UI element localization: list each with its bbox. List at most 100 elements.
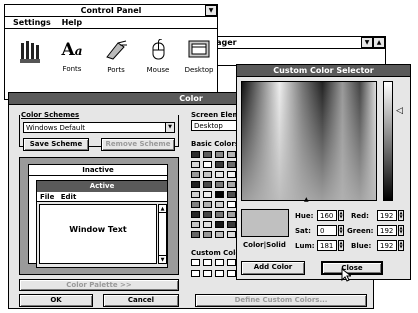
menu-help[interactable]: Help	[62, 18, 83, 27]
minimize-icon[interactable]: ▼	[361, 37, 373, 48]
basic-color-swatch[interactable]	[191, 211, 200, 218]
basic-color-swatch[interactable]	[215, 201, 224, 208]
custom-color-slot[interactable]	[215, 270, 224, 277]
remove-scheme-button[interactable]: Remove Scheme	[101, 138, 175, 151]
basic-color-swatch[interactable]	[203, 181, 212, 188]
active-preview-menubar: File Edit	[37, 192, 167, 202]
screen-element-label: Screen Elem	[191, 111, 240, 119]
basic-color-swatch[interactable]	[203, 161, 212, 168]
color-spectrum[interactable]: ▲	[241, 81, 377, 203]
basic-color-swatch[interactable]	[227, 211, 236, 218]
cancel-button[interactable]: Cancel	[103, 294, 179, 307]
basic-color-swatch[interactable]	[215, 161, 224, 168]
color-preview-area[interactable]: Inactive Active File Edit Window Text ▲ …	[19, 157, 179, 275]
basic-color-swatch[interactable]	[191, 191, 200, 198]
basic-colors-label: Basic Colors	[191, 140, 239, 148]
basic-color-swatch[interactable]	[227, 151, 236, 158]
blue-label: Blue:	[351, 242, 372, 250]
blue-value: 192	[380, 242, 394, 250]
add-color-label: Add Color	[253, 263, 293, 271]
sat-input[interactable]: 0	[317, 225, 337, 236]
custom-colors-label: Custom Colo	[191, 249, 241, 257]
basic-color-swatch[interactable]	[191, 221, 200, 228]
basic-color-swatch[interactable]	[203, 171, 212, 178]
custom-color-slot[interactable]	[215, 259, 224, 266]
custom-color-slot[interactable]	[191, 270, 200, 277]
background-window-titlebar[interactable]: anager	[201, 37, 385, 49]
menu-settings[interactable]: Settings	[13, 18, 51, 27]
basic-color-swatch[interactable]	[227, 171, 236, 178]
basic-color-swatch[interactable]	[191, 171, 200, 178]
mouse-pointer-icon	[341, 268, 351, 282]
basic-color-swatch[interactable]	[227, 231, 236, 238]
basic-color-swatch[interactable]	[227, 181, 236, 188]
basic-color-swatch[interactable]	[227, 191, 236, 198]
red-label: Red:	[351, 212, 369, 220]
sat-stepper[interactable]: ▲ ▼	[338, 225, 344, 236]
basic-color-swatch[interactable]	[215, 171, 224, 178]
basic-color-swatch[interactable]	[191, 161, 200, 168]
lum-input[interactable]: 181	[317, 240, 337, 251]
luminance-pointer-icon[interactable]: ◁	[396, 106, 403, 116]
define-custom-colors-label: Define Custom Colors...	[234, 296, 328, 304]
color-scheme-select[interactable]: Windows Default	[23, 122, 175, 133]
close-button[interactable]: Close	[321, 261, 383, 275]
control-panel-icon-mouse[interactable]: Mouse	[141, 38, 175, 79]
control-panel-minimize-icon[interactable]: ▼	[205, 5, 217, 16]
active-preview-titlebar: Active	[37, 181, 167, 192]
basic-color-swatch[interactable]	[191, 201, 200, 208]
basic-color-swatch[interactable]	[191, 151, 200, 158]
hue-input[interactable]: 160	[317, 210, 337, 221]
basic-colors-grid	[191, 151, 239, 239]
control-panel-titlebar[interactable]: Control Panel	[5, 5, 217, 17]
lum-value: 181	[320, 242, 334, 250]
basic-color-swatch[interactable]	[203, 191, 212, 198]
basic-color-swatch[interactable]	[215, 191, 224, 198]
basic-color-swatch[interactable]	[227, 221, 236, 228]
basic-color-swatch[interactable]	[215, 211, 224, 218]
control-panel-icon-color[interactable]	[13, 39, 47, 79]
red-input[interactable]: 192	[377, 210, 397, 221]
lum-label: Lum:	[295, 242, 315, 250]
green-stepper[interactable]: ▲ ▼	[398, 225, 404, 236]
basic-color-swatch[interactable]	[203, 231, 212, 238]
basic-color-swatch[interactable]	[203, 221, 212, 228]
color-palette-button[interactable]: Color Palette >>	[19, 279, 179, 291]
hue-stepper[interactable]: ▲ ▼	[338, 210, 344, 221]
red-stepper[interactable]: ▲ ▼	[398, 210, 404, 221]
chevron-down-icon[interactable]: ▼	[165, 122, 175, 133]
custom-color-slot[interactable]	[227, 259, 236, 266]
custom-color-slot[interactable]	[203, 259, 212, 266]
custom-color-titlebar[interactable]: Custom Color Selector	[237, 65, 410, 77]
add-color-button[interactable]: Add Color	[241, 261, 305, 275]
mouse-icon	[152, 38, 165, 60]
basic-color-swatch[interactable]	[215, 221, 224, 228]
basic-color-swatch[interactable]	[215, 151, 224, 158]
custom-color-slot[interactable]	[227, 270, 236, 277]
green-input[interactable]: 192	[377, 225, 397, 236]
maximize-icon[interactable]: ▲	[373, 37, 385, 48]
basic-color-swatch[interactable]	[191, 231, 200, 238]
save-scheme-button[interactable]: Save Scheme	[23, 138, 89, 151]
define-custom-colors-button[interactable]: Define Custom Colors...	[195, 294, 367, 307]
custom-color-slot[interactable]	[203, 270, 212, 277]
blue-stepper[interactable]: ▲ ▼	[398, 240, 404, 251]
basic-color-swatch[interactable]	[215, 231, 224, 238]
basic-color-swatch[interactable]	[227, 201, 236, 208]
basic-color-swatch[interactable]	[203, 201, 212, 208]
blue-input[interactable]: 192	[377, 240, 397, 251]
custom-color-slot[interactable]	[191, 259, 200, 266]
basic-color-swatch[interactable]	[203, 211, 212, 218]
control-panel-icon-ports[interactable]: Ports	[99, 39, 133, 79]
ok-button[interactable]: OK	[19, 294, 93, 307]
basic-color-swatch[interactable]	[191, 181, 200, 188]
luminance-bar[interactable]	[383, 81, 393, 201]
basic-color-swatch[interactable]	[215, 181, 224, 188]
control-panel-icon-desktop[interactable]: Desktop	[181, 39, 217, 79]
lum-stepper[interactable]: ▲ ▼	[338, 240, 344, 251]
screen-element-select[interactable]: Desktop	[191, 120, 239, 131]
basic-color-swatch[interactable]	[203, 151, 212, 158]
basic-color-swatch[interactable]	[227, 161, 236, 168]
control-panel-icon-fonts[interactable]: Aa Fonts	[55, 39, 89, 79]
background-window: anager ▼ ▲	[200, 36, 386, 66]
